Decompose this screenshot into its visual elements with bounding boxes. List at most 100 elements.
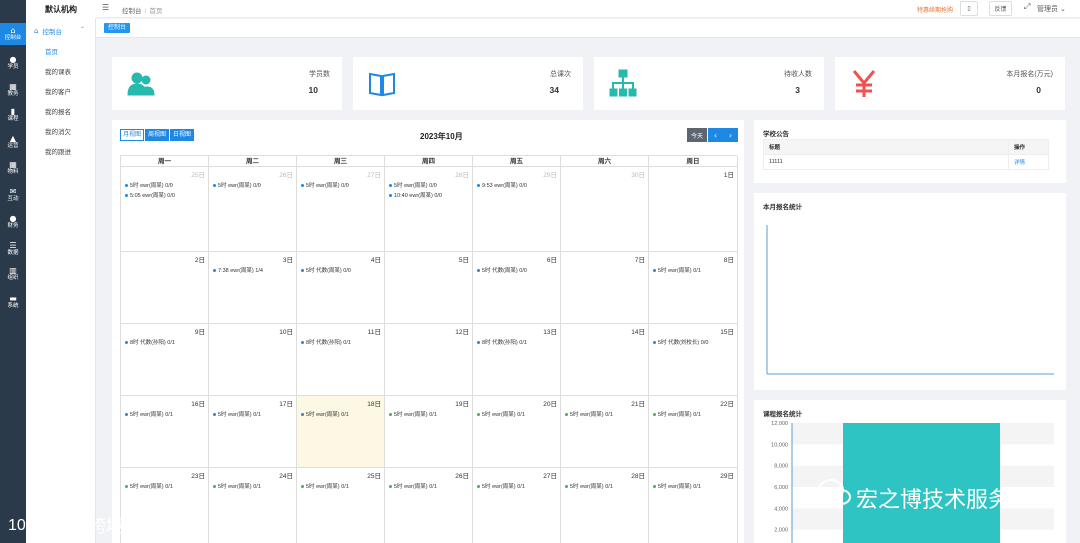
calendar-day-cell[interactable]: 13日 8时 代数(孙阳) 0/1 (473, 324, 561, 396)
calendar-day-cell[interactable]: 27日 5时 ewr(周某) 0/1 (473, 468, 561, 543)
calendar-event[interactable]: 7:38 ewr(周某) 1/4 (213, 266, 263, 274)
calendar-event[interactable]: 8时 代数(孙阳) 0/1 (301, 338, 351, 346)
sidebar-item-5[interactable]: ▦ 物料 (0, 157, 26, 179)
view-tab-1[interactable]: 周视图 (145, 129, 170, 141)
next-month-button[interactable]: › (723, 128, 738, 142)
breadcrumb-root[interactable]: 控制台 (122, 8, 142, 15)
menu-toggle-icon[interactable]: ☰ (102, 3, 109, 12)
view-tab-0[interactable]: 月视图 (120, 129, 145, 141)
calendar-day-cell[interactable]: 10日 (209, 324, 297, 396)
submenu-item-3[interactable]: 我的报名 (45, 106, 71, 116)
calendar-event[interactable]: 5时 ewr(周某) 0/1 (653, 482, 701, 490)
calendar-event[interactable]: 5时 ewr(周某) 0/1 (653, 410, 701, 418)
calendar-event[interactable]: 5时 ewr(周某) 0/1 (477, 410, 525, 418)
sidebar-item-6[interactable]: ✉ 互动 (0, 184, 26, 206)
sidebar-item-10[interactable]: ▬ 系统 (0, 291, 26, 313)
tab-console[interactable]: 控制台 (104, 23, 131, 33)
calendar-day-cell[interactable]: 4日 5时 代数(周某) 0/0 (297, 252, 385, 324)
sidebar-item-2[interactable]: ▦ 教务 (0, 79, 26, 101)
calendar-day-cell[interactable]: 26日 5时 ewr(周某) 0/0 (209, 167, 297, 252)
calendar-day-cell[interactable]: 2日 (121, 252, 209, 324)
yen-icon (852, 70, 876, 97)
calendar-event[interactable]: 5时 ewr(周某) 0/1 (389, 410, 437, 418)
calendar-day-cell[interactable]: 28日 5时 ewr(周某) 0/0 10:40 ewr(周某) 0/0 (385, 167, 473, 252)
sidebar-item-4[interactable]: ▲ 运营 (0, 131, 26, 153)
prev-month-button[interactable]: ‹ (708, 128, 723, 142)
calendar-day-cell[interactable]: 6日 5时 代数(周某) 0/0 (473, 252, 561, 324)
submenu-item-2[interactable]: 我的客户 (45, 86, 71, 96)
calendar-event[interactable]: 9:53 ewr(周某) 0/0 (477, 181, 527, 189)
calendar-event[interactable]: 5时 ewr(周某) 0/0 (389, 181, 437, 189)
renewal-promo-link[interactable]: 特惠续期抢购 (917, 5, 953, 14)
calendar-day-cell[interactable]: 29日 5时 ewr(周某) 0/1 (649, 468, 738, 543)
mobile-button[interactable]: ▯ (960, 1, 978, 16)
calendar-day-cell[interactable]: 29日 9:53 ewr(周某) 0/0 (473, 167, 561, 252)
sidebar-item-9[interactable]: ▥ 组织 (0, 263, 26, 285)
notice-col-title: 标题 (763, 139, 1009, 155)
calendar-day-cell[interactable]: 12日 (385, 324, 473, 396)
calendar-event[interactable]: 5时 ewr(周某) 0/1 (213, 482, 261, 490)
calendar-event[interactable]: 10:40 ewr(周某) 0/0 (389, 191, 442, 199)
calendar-day-cell[interactable]: 18日 5时 ewr(周某) 0/1 (297, 396, 385, 468)
calendar-event[interactable]: 8时 代数(孙阳) 0/1 (125, 338, 175, 346)
calendar-event[interactable]: 5时 ewr(周某) 0/1 (125, 410, 173, 418)
sidebar-item-3[interactable]: ▮ 课程 (0, 104, 26, 126)
calendar-event[interactable]: 5时 ewr(周某) 0/1 (389, 482, 437, 490)
calendar-day-cell[interactable]: 19日 5时 ewr(周某) 0/1 (385, 396, 473, 468)
notice-detail-link[interactable]: 详情 (1008, 154, 1049, 170)
sidebar-item-8[interactable]: ☰ 数据 (0, 238, 26, 260)
calendar-day-cell[interactable]: 15日 5时 代数(刘校长) 0/0 (649, 324, 738, 396)
calendar-event[interactable]: 5时 代数(周某) 0/0 (477, 266, 527, 274)
calendar-event[interactable]: 5时 ewr(周某) 0/1 (477, 482, 525, 490)
calendar-day-cell[interactable]: 26日 5时 ewr(周某) 0/1 (385, 468, 473, 543)
calendar-day-cell[interactable]: 28日 5时 ewr(周某) 0/1 (561, 468, 649, 543)
sidebar-item-7[interactable]: ● 财务 (0, 211, 26, 233)
submenu-header[interactable]: ⌂ 控制台 ⌃ (34, 26, 85, 36)
calendar-event[interactable]: 5:05 ewr(周某) 0/0 (125, 191, 175, 199)
calendar-day-cell[interactable]: 24日 5时 ewr(周某) 0/1 (209, 468, 297, 543)
calendar-event[interactable]: 5时 ewr(周某) 0/1 (301, 482, 349, 490)
calendar-event[interactable]: 5时 ewr(周某) 0/1 (301, 410, 349, 418)
calendar-event[interactable]: 5时 ewr(周某) 0/1 (125, 482, 173, 490)
submenu-item-5[interactable]: 我的跟进 (45, 146, 71, 156)
calendar-day-cell[interactable]: 11日 8时 代数(孙阳) 0/1 (297, 324, 385, 396)
submenu-item-1[interactable]: 我的课表 (45, 66, 71, 76)
calendar-event[interactable]: 5时 ewr(周某) 0/0 (213, 181, 261, 189)
calendar-day-cell[interactable]: 7日 (561, 252, 649, 324)
calendar-day-cell[interactable]: 25日 5时 ewr(周某) 0/1 (297, 468, 385, 543)
view-tab-2[interactable]: 日视图 (170, 129, 195, 141)
calendar-event[interactable]: 5时 ewr(周某) 0/0 (125, 181, 173, 189)
calendar-event[interactable]: 5时 代数(刘校长) 0/0 (653, 338, 708, 346)
calendar-event[interactable]: 5时 ewr(周某) 0/1 (565, 410, 613, 418)
calendar-day-cell[interactable]: 20日 5时 ewr(周某) 0/1 (473, 396, 561, 468)
brand-name: 默认机构 (26, 0, 96, 18)
calendar-day-cell[interactable]: 30日 (561, 167, 649, 252)
calendar-day-cell[interactable]: 9日 8时 代数(孙阳) 0/1 (121, 324, 209, 396)
sidebar-item-1[interactable]: ● 学员 (0, 52, 26, 74)
calendar-day-cell[interactable]: 25日 5时 ewr(周某) 0/0 5:05 ewr(周某) 0/0 (121, 167, 209, 252)
sidebar-item-0[interactable]: ⌂ 控制台 (0, 23, 26, 45)
calendar-day-cell[interactable]: 16日 5时 ewr(周某) 0/1 (121, 396, 209, 468)
submenu-item-4[interactable]: 我的消欠 (45, 126, 71, 136)
calendar-day-cell[interactable]: 21日 5时 ewr(周某) 0/1 (561, 396, 649, 468)
admin-menu[interactable]: 管理员 ⌄ (1037, 4, 1066, 14)
submenu-item-0[interactable]: 首页 (45, 46, 58, 56)
fullscreen-icon[interactable]: ⤢ (1024, 2, 1030, 12)
calendar-day-cell[interactable]: 23日 5时 ewr(周某) 0/1 (121, 468, 209, 543)
calendar-day-cell[interactable]: 22日 5时 ewr(周某) 0/1 (649, 396, 738, 468)
feedback-button[interactable]: 反馈 (989, 1, 1012, 16)
calendar-event[interactable]: 5时 ewr(周某) 0/0 (301, 181, 349, 189)
calendar-event[interactable]: 5时 ewr(周某) 0/1 (565, 482, 613, 490)
calendar-day-cell[interactable]: 17日 5时 ewr(周某) 0/1 (209, 396, 297, 468)
calendar-event[interactable]: 5时 ewr(周某) 0/1 (653, 266, 701, 274)
calendar-day-cell[interactable]: 27日 5时 ewr(周某) 0/0 (297, 167, 385, 252)
calendar-day-cell[interactable]: 3日 7:38 ewr(周某) 1/4 (209, 252, 297, 324)
calendar-event[interactable]: 5时 ewr(周某) 0/1 (213, 410, 261, 418)
calendar-event[interactable]: 5时 代数(周某) 0/0 (301, 266, 351, 274)
today-button[interactable]: 今天 (687, 128, 707, 142)
calendar-day-cell[interactable]: 1日 (649, 167, 738, 252)
calendar-day-cell[interactable]: 5日 (385, 252, 473, 324)
calendar-day-cell[interactable]: 8日 5时 ewr(周某) 0/1 (649, 252, 738, 324)
calendar-event[interactable]: 8时 代数(孙阳) 0/1 (477, 338, 527, 346)
calendar-day-cell[interactable]: 14日 (561, 324, 649, 396)
